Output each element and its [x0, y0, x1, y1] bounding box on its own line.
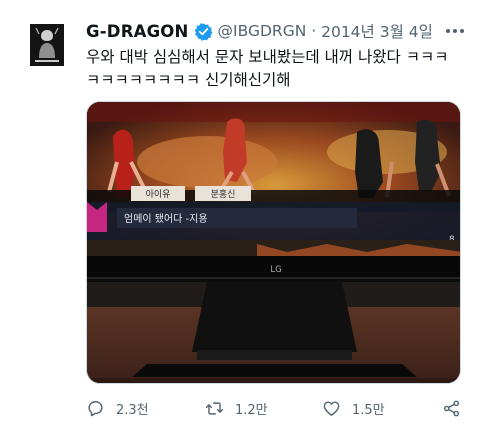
- retweet-icon: [205, 401, 224, 415]
- author-handle[interactable]: @IBGDRGN: [218, 22, 307, 40]
- display-name[interactable]: G-DRAGON: [86, 22, 189, 41]
- more-options-icon[interactable]: [444, 22, 466, 40]
- like-count: 1.5만: [352, 402, 385, 418]
- action-bar: 2.3천 1.2만 1.5만: [86, 396, 466, 420]
- tweet-text-line-2: ㅋㅋㅋㅋㅋㅋㅋㅋ 신기해신기해: [86, 71, 291, 89]
- tv-caption: 엄메이 됐어다 -지용: [124, 213, 208, 225]
- heart-icon: [323, 400, 340, 416]
- tweet-photo[interactable]: 아이유 분홍신 엄메이 됐어다 -지용 8 LG: [86, 101, 461, 384]
- tweet-header: G-DRAGON @IBGDRGN · 2014년 3월 4일: [86, 18, 433, 44]
- reply-icon: [88, 400, 103, 416]
- separator-dot: ·: [311, 22, 317, 40]
- retweet-button[interactable]: 1.2만: [205, 396, 268, 420]
- retweet-count: 1.2만: [235, 402, 268, 418]
- share-button[interactable]: [442, 396, 461, 420]
- tweet: G-DRAGON @IBGDRGN · 2014년 3월 4일 우와 대박 심심…: [0, 0, 480, 425]
- like-button[interactable]: 1.5만: [322, 396, 385, 420]
- tv-banner-right: 분홍신: [211, 188, 236, 200]
- reply-count: 2.3천: [116, 402, 149, 418]
- reply-button[interactable]: 2.3천: [86, 396, 149, 420]
- verified-badge-icon: [194, 22, 213, 41]
- avatar[interactable]: [30, 24, 64, 66]
- tweet-date[interactable]: 2014년 3월 4일: [321, 20, 433, 42]
- tv-brand-logo: LG: [270, 265, 281, 275]
- share-icon: [443, 400, 460, 416]
- tweet-text-line-1: 우와 대박 심심해서 문자 보내봤는데 내꺼 나왔다 ㅋㅋㅋ: [86, 48, 449, 66]
- tv-banner-left: 아이유: [146, 189, 171, 200]
- tweet-text: 우와 대박 심심해서 문자 보내봤는데 내꺼 나왔다 ㅋㅋㅋ ㅋㅋㅋㅋㅋㅋㅋㅋ …: [86, 46, 466, 92]
